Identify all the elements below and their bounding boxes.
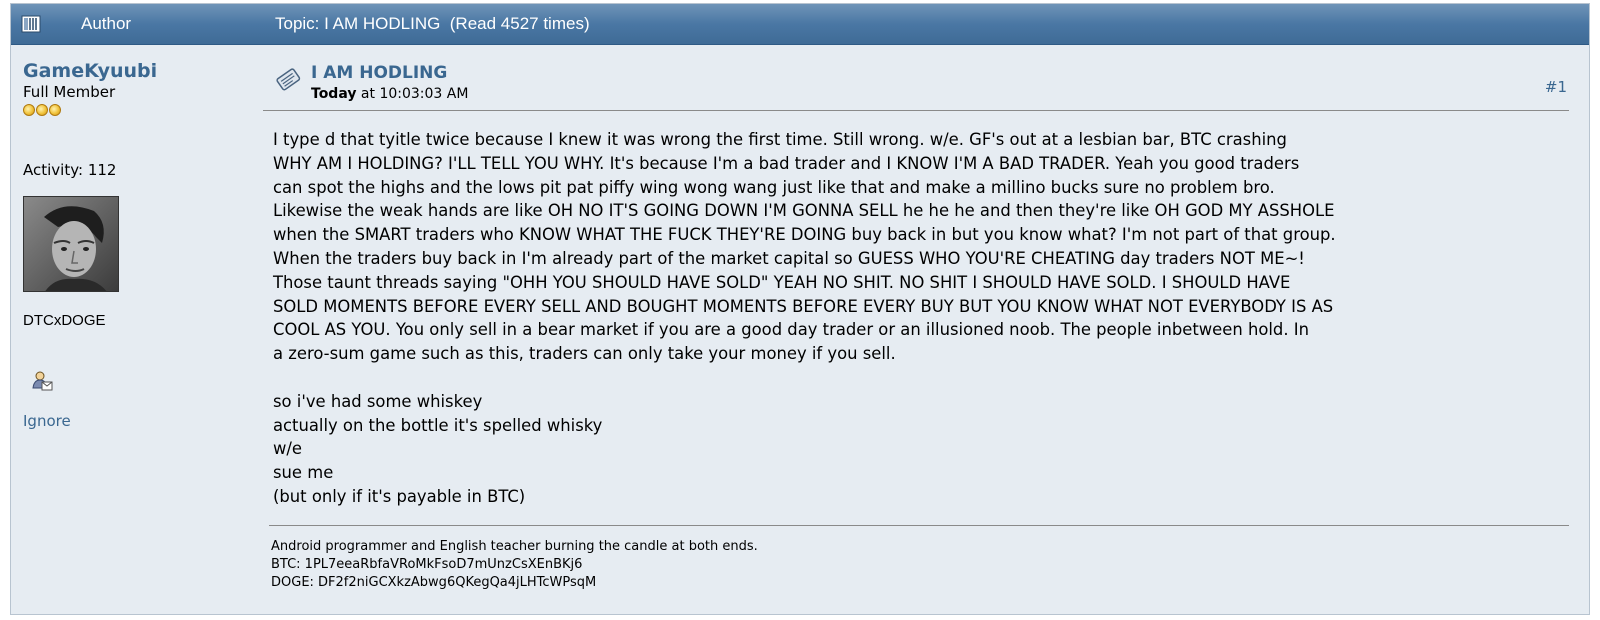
post-date: Today at 10:03:03 AM (311, 86, 468, 102)
post-date-day: Today (311, 86, 357, 102)
author-column-label: Author (81, 14, 132, 33)
poster-activity: Activity: 112 (23, 161, 117, 179)
post-line: SOLD MOMENTS BEFORE EVERY SELL AND BOUGH… (273, 296, 1334, 316)
post-line: I type d that tyitle twice because I kne… (273, 130, 1287, 149)
topic-header: Author Topic: I AM HODLING (Read 4527 ti… (11, 4, 1589, 45)
topic-title: Topic: I AM HODLING (Read 4527 times) (275, 14, 590, 34)
poster-rank: Full Member (23, 83, 116, 101)
post-line: can spot the highs and the lows pit pat … (273, 177, 1275, 197)
topic-icon (21, 15, 41, 33)
post-header: I AM HODLING Today at 10:03:03 AM #1 (263, 60, 1569, 111)
signature-btc-address: BTC: 1PL7eeaRbfaVRoMkFsoD7mUnzCsXEnBKj6 (271, 557, 583, 572)
post-line: Likewise the weak hands are like OH NO I… (273, 201, 1335, 221)
post-line: (but only if it's payable in BTC) (273, 486, 526, 506)
post-line: a zero-sum game such as this, traders ca… (273, 344, 896, 364)
message-icon (276, 68, 301, 91)
post-line: When the traders buy back in I'm already… (273, 248, 1305, 268)
post-line: actually on the bottle it's spelled whis… (273, 415, 603, 435)
signature: Android programmer and English teacher b… (271, 538, 758, 592)
rank-stars (23, 101, 243, 116)
topic-title-text: Topic: I AM HODLING (Read 4527 times) (275, 14, 590, 33)
star-icon (49, 104, 61, 116)
post-line: when the SMART traders who KNOW WHAT THE… (273, 225, 1336, 245)
post-line: WHY AM I HOLDING? I'LL TELL YOU WHY. It'… (273, 153, 1300, 173)
topic-frame: Author Topic: I AM HODLING (Read 4527 ti… (10, 3, 1590, 615)
poster-name[interactable]: GameKyuubi (23, 60, 243, 82)
signature-line: Android programmer and English teacher b… (271, 539, 758, 554)
post-counter[interactable]: #1 (1545, 78, 1567, 96)
poster-personal-text: DTCxDOGE (23, 312, 106, 329)
personal-message-icon[interactable] (31, 370, 53, 392)
post-line: Those taunt threads saying "OHH YOU SHOU… (273, 272, 1291, 292)
signature-divider (269, 525, 1569, 526)
star-icon (36, 104, 48, 116)
post-line: sue me (273, 463, 334, 483)
ignore-link[interactable]: Ignore (23, 412, 71, 430)
post-subject[interactable]: I AM HODLING (311, 63, 447, 83)
signature-doge-address: DOGE: DF2f2niGCXkzAbwg6QKegQa4jLHTcWPsqM (271, 575, 597, 590)
avatar (23, 196, 119, 292)
post-date-time: at 10:03:03 AM (356, 86, 469, 102)
post-body: I type d that tyitle twice because I kne… (273, 128, 1573, 509)
post-line: COOL AS YOU. You only sell in a bear mar… (273, 320, 1309, 340)
poster-info: GameKyuubi Full Member (23, 60, 243, 116)
star-icon (23, 104, 35, 116)
post-line: so i've had some whiskey (273, 391, 483, 411)
post-line: w/e (273, 439, 303, 459)
